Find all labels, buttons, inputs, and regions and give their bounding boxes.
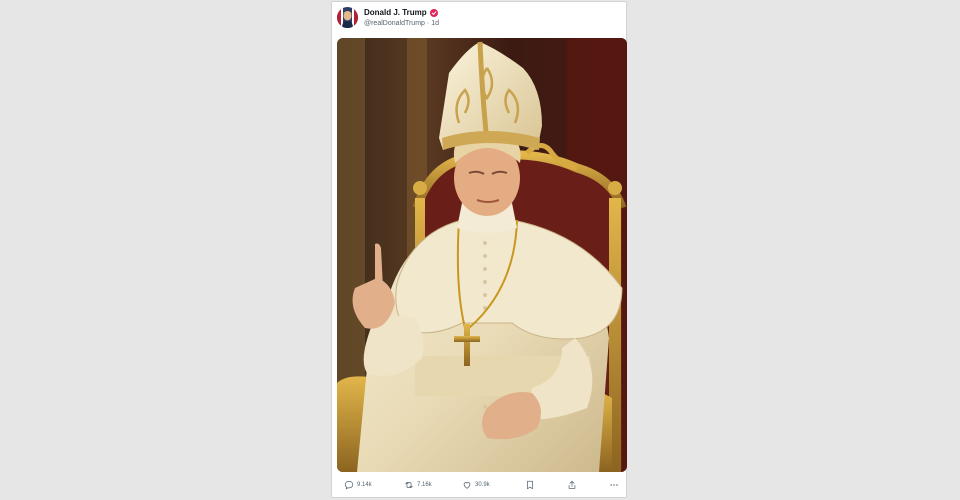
- repost-count: 7.16k: [417, 482, 432, 488]
- more-button[interactable]: [609, 480, 619, 490]
- more-icon: [610, 484, 618, 486]
- post-header: Donald J. Trump @realDonaldTrump · 1d: [332, 2, 626, 38]
- author-name-row: Donald J. Trump: [364, 8, 438, 17]
- meta-separator: ·: [426, 20, 430, 27]
- reply-button[interactable]: 9.14k: [344, 480, 372, 490]
- post-actions-bar: 9.14k 7.16k 30.9k: [332, 480, 626, 496]
- avatar-image: [337, 7, 358, 28]
- image-icon: [337, 38, 627, 472]
- author-handle[interactable]: @realDonaldTrump: [364, 20, 425, 27]
- repost-button[interactable]: 7.16k: [404, 480, 432, 490]
- share-icon: [568, 480, 576, 489]
- post-age[interactable]: 1d: [431, 20, 439, 27]
- author-display-name[interactable]: Donald J. Trump: [364, 8, 427, 17]
- reply-count: 9.14k: [357, 482, 372, 488]
- post-card: Donald J. Trump @realDonaldTrump · 1d 9.…: [331, 1, 627, 498]
- repost-icon: [405, 482, 413, 488]
- post-image[interactable]: [337, 38, 627, 472]
- author-handle-row: @realDonaldTrump · 1d: [364, 20, 439, 27]
- share-button[interactable]: [567, 480, 577, 490]
- like-count: 30.9k: [475, 482, 490, 488]
- bookmark-button[interactable]: [525, 480, 535, 490]
- verified-badge-icon: [429, 8, 438, 17]
- like-button[interactable]: 30.9k: [462, 480, 490, 490]
- like-icon: [463, 482, 471, 489]
- bookmark-icon: [527, 480, 533, 490]
- author-avatar[interactable]: [337, 7, 358, 28]
- reply-icon: [344, 480, 354, 490]
